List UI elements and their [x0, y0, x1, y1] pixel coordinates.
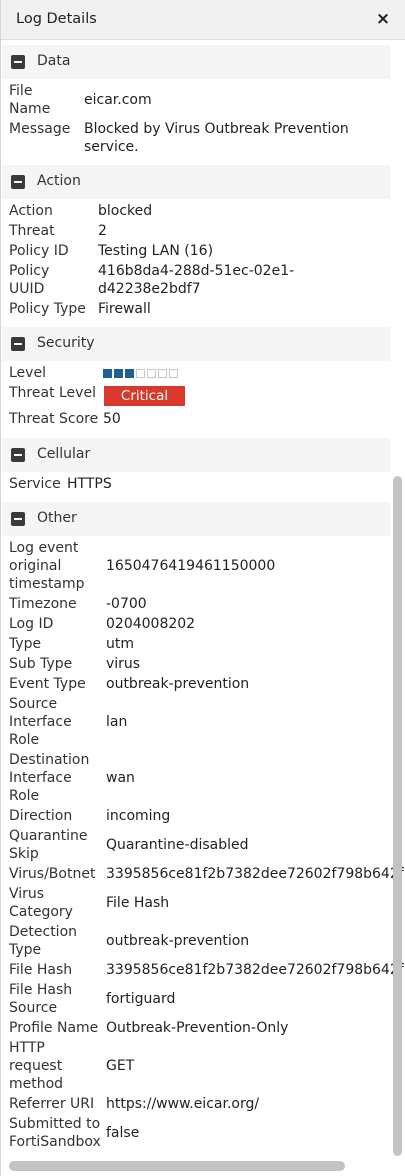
- label-message: Message: [9, 121, 71, 137]
- collapse-icon: [11, 512, 25, 526]
- collapse-icon: [11, 448, 25, 462]
- label-destination-interface-role: Destination Interface Role: [9, 752, 90, 804]
- section-title-security: Security: [37, 335, 95, 351]
- collapse-icon: [11, 55, 25, 69]
- collapse-icon: [11, 337, 25, 351]
- value-event-type: outbreak-prevention: [106, 676, 250, 692]
- value-timezone: -0700: [106, 596, 147, 612]
- label-file-hash-source: File Hash Source: [9, 982, 73, 1016]
- value-http-request-method: GET: [106, 1058, 135, 1074]
- value-virus-category: File Hash: [106, 895, 170, 911]
- level-cell-filled: [103, 369, 112, 378]
- label-file-hash: File Hash: [9, 962, 73, 978]
- section-title-other: Other: [37, 510, 77, 526]
- value-policy-uuid: 416b8da4-288d-51ec-02e1-d42238e2bdf7: [98, 263, 295, 297]
- label-profile-name: Profile Name: [9, 1020, 99, 1036]
- horizontal-scrollbar[interactable]: [9, 1161, 345, 1171]
- label-http-request-method: HTTP request method: [9, 1040, 64, 1092]
- level-cell-empty: [158, 369, 167, 378]
- close-icon[interactable]: ×: [373, 7, 393, 31]
- collapse-icon: [11, 175, 25, 189]
- log-details-panel: Log Details × Data File Name eicar.com M…: [0, 0, 405, 1176]
- value-action: blocked: [98, 203, 153, 219]
- value-virus-botnet: 3395856ce81f2b7382dee72602f798b642f: [106, 866, 404, 882]
- label-policy-uuid: Policy UUID: [9, 263, 50, 297]
- label-log-event-ts: Log event original timestamp: [9, 540, 85, 592]
- section-header-action[interactable]: Action: [2, 165, 390, 199]
- label-policy-id: Policy ID: [9, 243, 69, 259]
- label-file-name: File Name: [9, 83, 51, 117]
- label-threat-level: Threat Level: [9, 385, 96, 401]
- label-virus-category: Virus Category: [9, 886, 73, 920]
- threat-level-badge: Critical: [104, 386, 185, 406]
- label-log-id: Log ID: [9, 616, 54, 632]
- value-threat-score: 50: [103, 411, 121, 427]
- label-sub-type: Sub Type: [9, 656, 73, 672]
- label-action: Action: [9, 203, 53, 219]
- label-policy-type: Policy Type: [9, 301, 86, 317]
- threat-level-meter: [103, 369, 178, 378]
- label-threat: Threat: [9, 223, 55, 239]
- section-title-action: Action: [37, 173, 81, 189]
- value-file-hash: 3395856ce81f2b7382dee72602f798b642f: [106, 962, 404, 978]
- value-submitted-fortisandbox: false: [106, 1125, 140, 1141]
- value-sub-type: virus: [106, 656, 141, 672]
- value-threat: 2: [98, 223, 107, 239]
- label-timezone: Timezone: [9, 596, 77, 612]
- panel-titlebar: Log Details ×: [1, 0, 405, 40]
- label-type: Type: [9, 636, 42, 652]
- value-quarantine-skip: Quarantine-disabled: [106, 837, 249, 853]
- label-direction: Direction: [9, 808, 73, 824]
- section-header-cellular[interactable]: Cellular: [2, 438, 390, 472]
- label-service: Service: [9, 476, 61, 492]
- value-log-id: 0204008202: [106, 616, 196, 632]
- value-file-hash-source: fortiguard: [106, 991, 176, 1007]
- value-policy-type: Firewall: [98, 301, 151, 317]
- label-quarantine-skip: Quarantine Skip: [9, 828, 88, 862]
- value-message: Blocked by Virus Outbreak Prevention ser…: [84, 121, 349, 155]
- value-type: utm: [106, 636, 134, 652]
- value-destination-interface-role: wan: [106, 770, 135, 786]
- section-title-cellular: Cellular: [37, 446, 91, 462]
- section-header-security[interactable]: Security: [2, 327, 390, 361]
- section-title-data: Data: [37, 53, 71, 69]
- value-detection-type: outbreak-prevention: [106, 933, 250, 949]
- level-cell-filled: [114, 369, 123, 378]
- value-referrer-uri: https://www.eicar.org/: [106, 1096, 260, 1112]
- value-policy-id: Testing LAN (16): [98, 243, 214, 259]
- value-source-interface-role: lan: [106, 714, 128, 730]
- level-cell-empty: [169, 369, 178, 378]
- vertical-scrollbar[interactable]: [393, 476, 402, 1156]
- panel-title: Log Details: [16, 11, 97, 27]
- label-detection-type: Detection Type: [9, 924, 78, 958]
- label-submitted-fortisandbox: Submitted to FortiSandbox: [9, 1116, 101, 1150]
- label-level: Level: [9, 365, 46, 381]
- label-referrer-uri: Referrer URI: [9, 1096, 95, 1112]
- label-source-interface-role: Source Interface Role: [9, 696, 72, 748]
- label-virus-botnet: Virus/Botnet: [9, 866, 96, 882]
- value-direction: incoming: [106, 808, 171, 824]
- level-cell-empty: [136, 369, 145, 378]
- value-log-event-ts: 1650476419461150000: [106, 558, 276, 574]
- value-service: HTTPS: [67, 476, 112, 492]
- section-header-other[interactable]: Other: [2, 502, 390, 536]
- level-cell-empty: [147, 369, 156, 378]
- level-cell-filled: [125, 369, 134, 378]
- label-threat-score: Threat Score: [9, 411, 99, 427]
- label-event-type: Event Type: [9, 676, 86, 692]
- value-file-name: eicar.com: [84, 92, 152, 108]
- section-header-data[interactable]: Data: [2, 45, 390, 79]
- value-profile-name: Outbreak-Prevention-Only: [106, 1020, 289, 1036]
